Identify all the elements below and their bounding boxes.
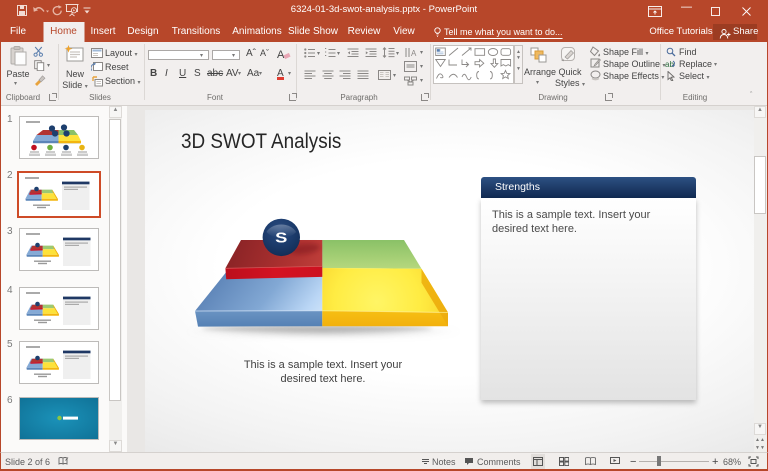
svg-text:S: S	[275, 231, 288, 247]
svg-text:A: A	[277, 49, 285, 60]
svg-text:A: A	[411, 49, 417, 58]
